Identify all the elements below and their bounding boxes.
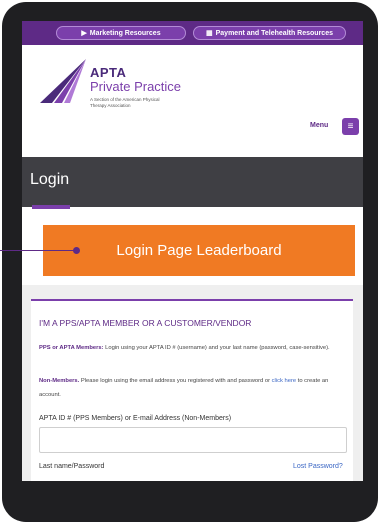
payment-telehealth-label: Payment and Telehealth Resources	[215, 30, 333, 37]
nonmembers-text: Please login using the email address you…	[79, 378, 272, 384]
members-bold: PPS or APTA Members:	[39, 345, 104, 351]
leaderboard-label: Login Page Leaderboard	[116, 242, 282, 259]
logo-apta-text: APTA	[90, 65, 127, 80]
grid-icon: ▦	[206, 30, 213, 37]
members-instructions: PPS or APTA Members: Login using your AP…	[39, 341, 345, 355]
marketing-resources-button[interactable]: ▶ Marketing Resources	[56, 26, 186, 40]
page-title-bar: Login	[22, 157, 363, 207]
id-email-input[interactable]	[39, 427, 347, 453]
page-title: Login	[30, 171, 70, 188]
login-card: I'M A PPS/APTA MEMBER OR A CUSTOMER/VEND…	[31, 299, 353, 481]
nonmembers-bold: Non-Members.	[39, 378, 80, 384]
payment-telehealth-button[interactable]: ▦ Payment and Telehealth Resources	[193, 26, 346, 40]
menu-button[interactable]: ≡	[342, 118, 359, 135]
lost-password-link[interactable]: Lost Password?	[293, 463, 343, 470]
tablet-frame: ▶ Marketing Resources ▦ Payment and Telehe…	[2, 2, 378, 522]
callout-line	[0, 250, 77, 251]
id-field-label: APTA ID # (PPS Members) or E-mail Addres…	[39, 415, 232, 422]
nonmembers-instructions: Non-Members. Please login using the emai…	[39, 374, 345, 402]
title-accent-bar	[32, 205, 70, 209]
logo-swoosh-icon	[40, 59, 86, 103]
callout-dot	[73, 247, 80, 254]
apta-private-practice-logo[interactable]: APTA Private Practice A Section of the A…	[36, 55, 206, 117]
megaphone-icon: ▶	[81, 30, 87, 37]
login-card-heading: I'M A PPS/APTA MEMBER OR A CUSTOMER/VEND…	[39, 318, 252, 328]
marketing-resources-label: Marketing Resources	[89, 30, 161, 37]
logo-subtitle: A Section of the American Physical Thera…	[90, 97, 160, 108]
menu-label[interactable]: Menu	[310, 122, 328, 129]
top-resource-bar: ▶ Marketing Resources ▦ Payment and Telehe…	[22, 21, 363, 45]
password-field-label: Last name/Password	[39, 463, 105, 470]
hamburger-icon: ≡	[347, 121, 354, 132]
leaderboard-banner[interactable]: Login Page Leaderboard	[43, 225, 355, 276]
members-text: Login using your APTA ID # (username) an…	[103, 345, 330, 351]
logo-product-text: Private Practice	[90, 79, 182, 94]
click-here-link[interactable]: click here	[272, 378, 296, 384]
